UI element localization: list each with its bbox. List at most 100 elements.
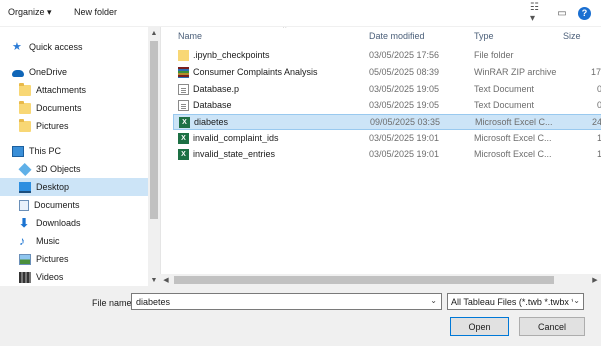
video-icon [19, 271, 31, 283]
nav-item-label: Videos [36, 272, 64, 282]
nav-item-downloads[interactable]: ⬇ Downloads [0, 214, 148, 232]
nav-item-label: Documents [36, 103, 82, 113]
column-size[interactable]: Size [563, 31, 581, 41]
cube-icon [18, 162, 32, 176]
excel-icon: X [178, 133, 189, 144]
column-type[interactable]: Type [474, 31, 494, 41]
pictures-icon [19, 253, 31, 265]
file-size: 0 [597, 84, 601, 94]
file-size: 1 [597, 149, 601, 159]
nav-item-quick-access[interactable]: ★ Quick access [0, 38, 148, 56]
new-folder-button[interactable]: New folder [74, 7, 117, 17]
file-size: 0 [597, 100, 601, 110]
nav-item-onedrive-pictures[interactable]: Pictures [0, 117, 148, 135]
cancel-button[interactable]: Cancel [519, 317, 585, 336]
nav-item-pictures[interactable]: Pictures [0, 250, 148, 268]
navigation-pane: ★ Quick access OneDrive Attachments Docu… [0, 27, 160, 286]
cloud-icon [12, 69, 24, 77]
organize-button[interactable]: Organize ▾ [8, 7, 52, 18]
folder-icon [19, 118, 31, 132]
text-document-icon [178, 100, 189, 111]
file-name: diabetes [194, 117, 229, 127]
column-date-modified[interactable]: Date modified [369, 31, 425, 41]
folder-icon [178, 50, 189, 61]
file-row[interactable]: Consumer Complaints Analysis 05/05/2025 … [173, 65, 601, 81]
nav-item-attachments[interactable]: Attachments [0, 81, 148, 99]
help-icon[interactable]: ? [578, 6, 591, 20]
file-type: Text Document [474, 100, 535, 110]
file-type: Microsoft Excel C... [475, 117, 553, 127]
open-button[interactable]: Open [450, 317, 509, 336]
file-list: Name ^ Date modified Type Size .ipynb_ch… [160, 27, 601, 286]
computer-icon [12, 145, 24, 157]
file-type: Microsoft Excel C... [474, 149, 552, 159]
nav-item-videos[interactable]: Videos [0, 268, 148, 286]
file-row[interactable]: Database 03/05/2025 19:05 Text Document … [173, 98, 601, 114]
nav-item-label: OneDrive [29, 67, 68, 77]
file-name: Database.p [193, 84, 240, 94]
file-date: 03/05/2025 19:05 [369, 100, 440, 110]
nav-scrollbar[interactable]: ▲ ▼ [148, 27, 160, 286]
nav-item-label: Music [36, 236, 60, 246]
chevron-down-icon[interactable]: ⌄ [573, 296, 580, 305]
file-date: 05/05/2025 08:39 [369, 67, 440, 77]
file-date: 09/05/2025 03:35 [370, 117, 441, 127]
folder-icon [19, 100, 31, 114]
scroll-right-icon[interactable]: ▶ [589, 274, 601, 286]
file-date: 03/05/2025 19:05 [369, 84, 440, 94]
file-type: Microsoft Excel C... [474, 133, 552, 143]
nav-item-label: Downloads [36, 218, 81, 228]
file-type-filter-value: All Tableau Files (*.twb *.twbx * [451, 297, 575, 307]
file-date: 03/05/2025 19:01 [369, 149, 440, 159]
file-type-filter[interactable]: All Tableau Files (*.twb *.twbx * ⌄ [447, 293, 584, 310]
file-name: invalid_complaint_ids [193, 133, 279, 143]
desktop-icon [19, 181, 31, 193]
file-row-selected[interactable]: X diabetes 09/05/2025 03:35 Microsoft Ex… [173, 114, 601, 130]
nav-item-desktop[interactable]: Desktop [0, 178, 148, 196]
text-document-icon [178, 84, 189, 95]
file-row[interactable]: .ipynb_checkpoints 03/05/2025 17:56 File… [173, 48, 601, 64]
preview-pane-icon[interactable]: ▭ [554, 6, 570, 20]
column-name[interactable]: Name [178, 31, 202, 41]
file-name: invalid_state_entries [193, 149, 276, 159]
view-options-icon[interactable]: ☷ ▾ [530, 2, 546, 24]
file-size: 1 [597, 133, 601, 143]
file-date: 03/05/2025 19:01 [369, 133, 440, 143]
nav-item-label: Quick access [29, 42, 83, 52]
document-icon [19, 199, 29, 211]
horizontal-scroll-thumb[interactable] [174, 276, 554, 284]
nav-item-label: Documents [34, 200, 80, 210]
file-name-input[interactable]: diabetes ⌄ [131, 293, 442, 310]
nav-item-label: Pictures [36, 121, 69, 131]
file-row[interactable]: X invalid_complaint_ids 03/05/2025 19:01… [173, 131, 601, 147]
chevron-down-icon[interactable]: ⌄ [430, 296, 437, 305]
scroll-down-icon[interactable]: ▼ [148, 274, 160, 286]
file-row[interactable]: Database.p 03/05/2025 19:05 Text Documen… [173, 82, 601, 98]
nav-item-3d-objects[interactable]: 3D Objects [0, 160, 148, 178]
horizontal-scrollbar[interactable]: ◀ ▶ [160, 274, 601, 286]
nav-item-documents[interactable]: Documents [0, 196, 148, 214]
nav-item-label: This PC [29, 146, 62, 156]
nav-item-this-pc[interactable]: This PC [0, 142, 148, 160]
file-type: WinRAR ZIP archive [474, 67, 557, 77]
file-date: 03/05/2025 17:56 [369, 50, 440, 60]
folder-icon [19, 82, 31, 96]
scroll-left-icon[interactable]: ◀ [160, 274, 172, 286]
file-row[interactable]: X invalid_state_entries 03/05/2025 19:01… [173, 147, 601, 163]
file-name: .ipynb_checkpoints [193, 50, 270, 60]
download-icon: ⬇ [19, 215, 30, 230]
column-header: Name ^ Date modified Type Size [161, 27, 601, 45]
winrar-icon [178, 67, 189, 78]
nav-item-label: Attachments [36, 85, 87, 95]
toolbar: Organize ▾ New folder ☷ ▾ ▭ ? [0, 0, 601, 27]
file-name-label: File name: [92, 298, 135, 308]
star-icon: ★ [12, 40, 22, 53]
scroll-up-icon[interactable]: ▲ [148, 27, 160, 39]
file-size: 24 [592, 117, 601, 127]
nav-item-onedrive-documents[interactable]: Documents [0, 99, 148, 117]
nav-item-music[interactable]: ♪ Music [0, 232, 148, 250]
dialog-footer: File name: diabetes ⌄ All Tableau Files … [0, 286, 601, 346]
nav-item-onedrive[interactable]: OneDrive [0, 63, 148, 81]
nav-item-label: Pictures [36, 254, 69, 264]
nav-scroll-thumb[interactable] [150, 41, 158, 219]
